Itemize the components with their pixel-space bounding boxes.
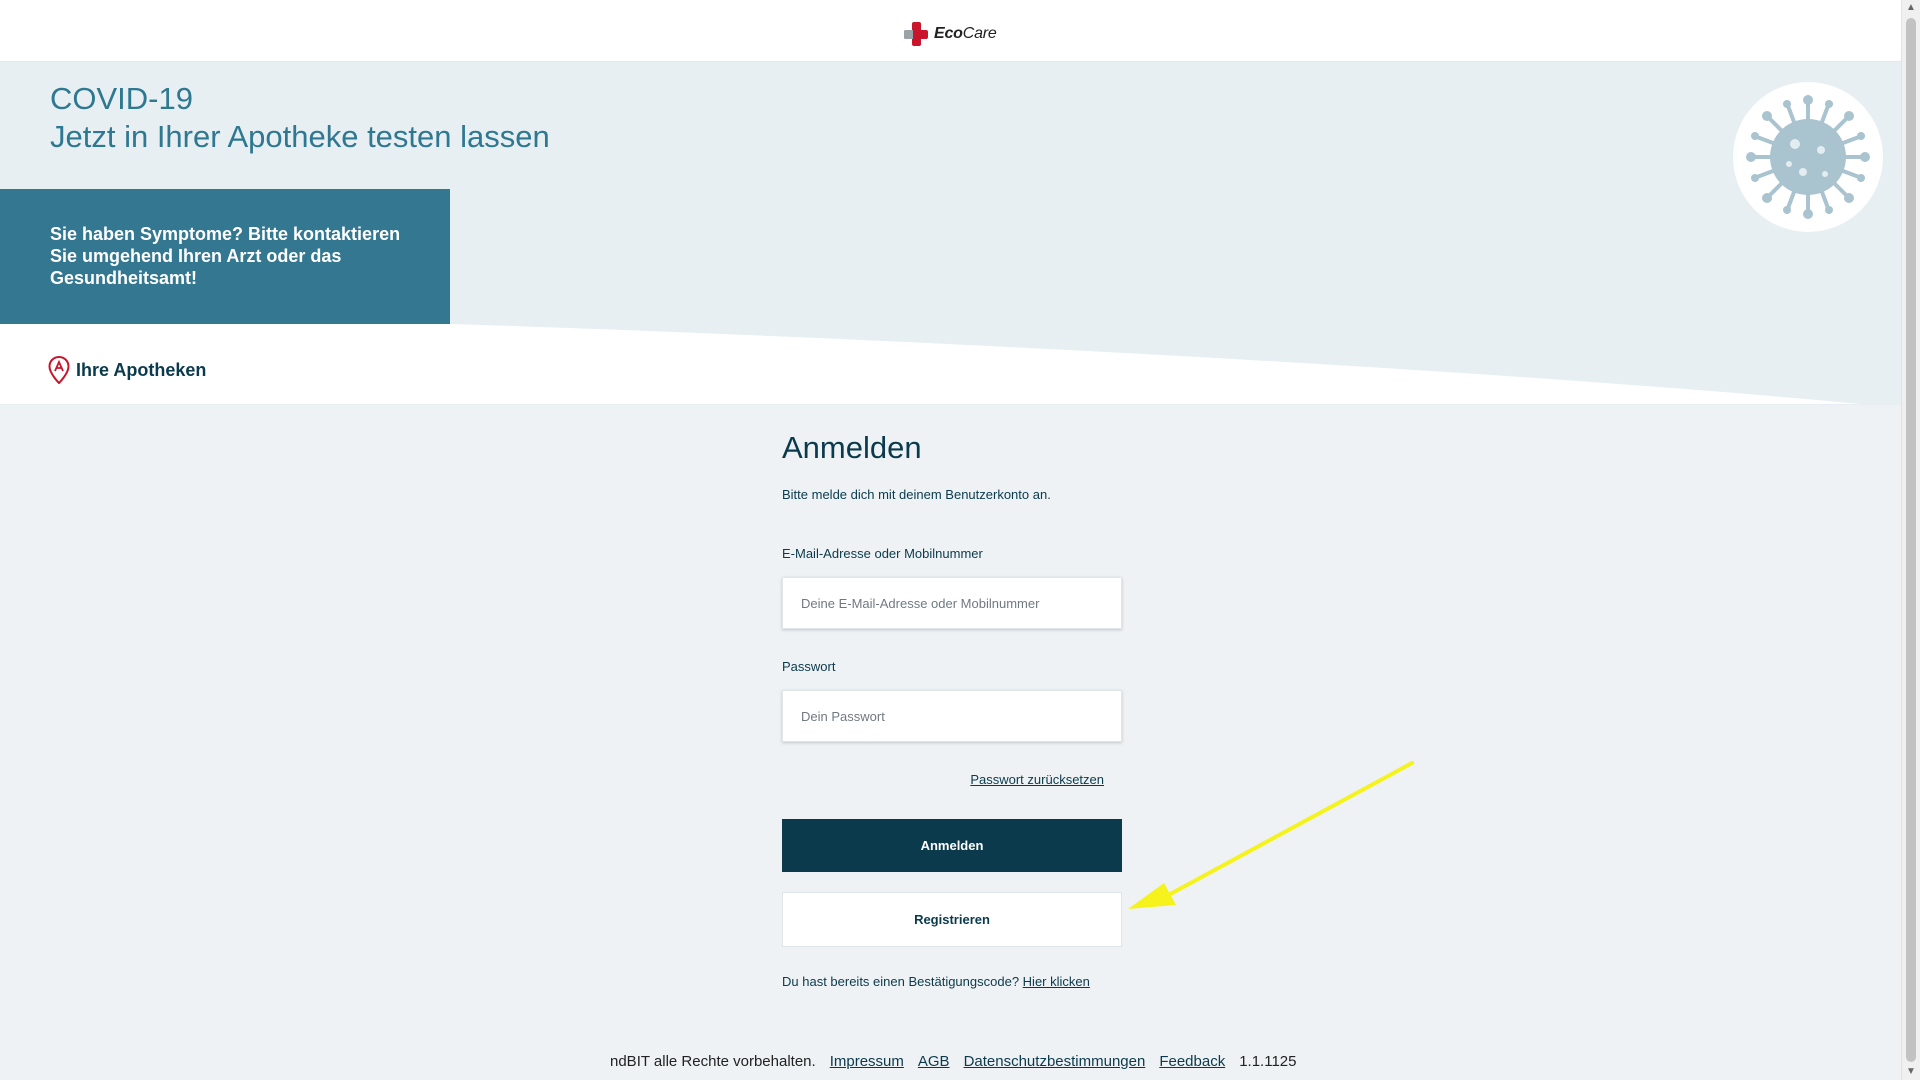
hero-title-line2: Jetzt in Ihrer Apotheke testen lassen: [50, 119, 550, 154]
login-form: Anmelden: [782, 430, 1122, 466]
scroll-up-icon[interactable]: ▲: [1902, 0, 1920, 16]
email-label: E-Mail-Adresse oder Mobilnummer: [782, 546, 983, 561]
hero-wave-divider: [0, 324, 1860, 404]
top-bar: EcoCare: [0, 0, 1902, 62]
login-button[interactable]: Anmelden: [782, 819, 1122, 872]
confirmation-code-line: Du hast bereits einen Bestätigungscode? …: [782, 974, 1090, 989]
confirmation-code-link[interactable]: Hier klicken: [1023, 974, 1090, 989]
scroll-down-icon[interactable]: ▼: [1902, 1064, 1920, 1080]
footer-copyright: ndBIT alle Rechte vorbehalten.: [610, 1053, 816, 1070]
page: EcoCare COVID-19 Jetzt in Ihrer Apotheke…: [0, 0, 1902, 1080]
annotation-arrow-icon: [1128, 761, 1414, 909]
footer-agb-link[interactable]: AGB: [918, 1053, 950, 1070]
symptom-text: Sie haben Symptome? Bitte kontaktieren S…: [50, 224, 401, 288]
footer-datenschutz-link[interactable]: Datenschutzbestimmungen: [964, 1053, 1146, 1070]
reset-password-link[interactable]: Passwort zurücksetzen: [970, 772, 1104, 787]
ecocare-cross-icon: [904, 22, 928, 46]
login-intro: Bitte melde dich mit deinem Benutzerkont…: [782, 487, 1051, 502]
location-pin-icon: [48, 356, 70, 384]
confirmation-code-text: Du hast bereits einen Bestätigungscode?: [782, 974, 1020, 989]
footer-version: 1.1.1125: [1239, 1053, 1297, 1070]
email-field[interactable]: [782, 577, 1122, 629]
apotheken-link[interactable]: Ihre Apotheken: [48, 356, 206, 384]
brand-logo[interactable]: EcoCare: [904, 22, 997, 46]
register-button[interactable]: Registrieren: [782, 892, 1122, 947]
virus-badge: [1733, 82, 1883, 232]
password-label: Passwort: [782, 659, 836, 674]
hero-title-line1: COVID-19: [50, 81, 193, 116]
footer: ndBIT alle Rechte vorbehalten. Impressum…: [610, 1053, 1296, 1070]
footer-impressum-link[interactable]: Impressum: [830, 1053, 904, 1070]
scroll-thumb[interactable]: [1906, 18, 1916, 1062]
hero-title: COVID-19 Jetzt in Ihrer Apotheke testen …: [50, 80, 550, 156]
login-title: Anmelden: [782, 430, 922, 465]
virus-icon: [1746, 95, 1870, 219]
password-field[interactable]: [782, 690, 1122, 742]
apotheken-label: Ihre Apotheken: [76, 359, 207, 380]
vertical-scrollbar[interactable]: ▲ ▼: [1901, 0, 1920, 1080]
footer-feedback-link[interactable]: Feedback: [1159, 1053, 1225, 1070]
brand-name: EcoCare: [934, 25, 997, 42]
